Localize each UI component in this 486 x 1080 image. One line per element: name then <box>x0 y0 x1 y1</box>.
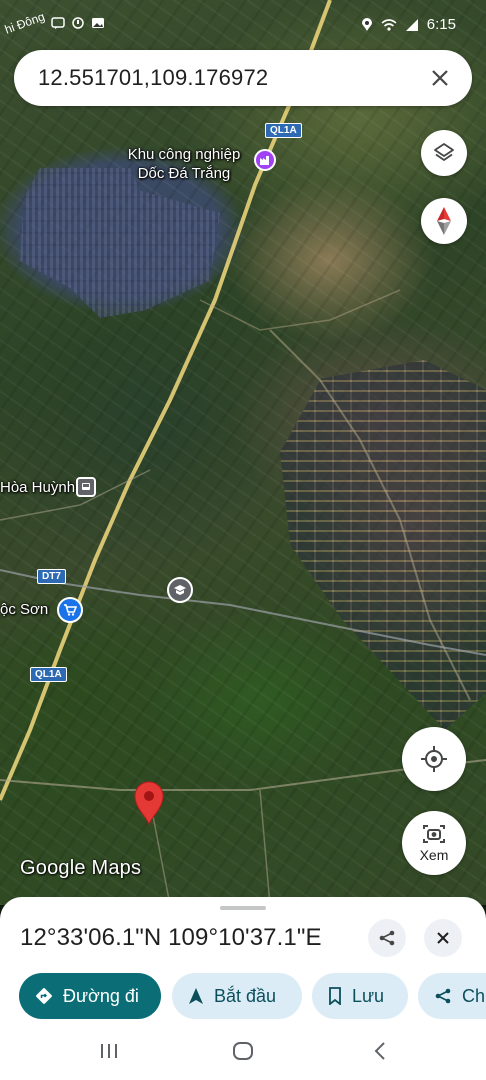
close-icon <box>437 932 449 944</box>
bus-stop-icon[interactable] <box>76 477 96 497</box>
lens-view-label: Xem <box>419 847 449 863</box>
recent-apps-icon <box>101 1044 117 1058</box>
status-fragment-text: hi Đông <box>2 9 47 37</box>
share-label: Ch <box>462 985 486 1006</box>
my-location-button[interactable] <box>402 727 466 791</box>
signal-icon <box>405 18 418 31</box>
share-icon <box>379 930 395 946</box>
lens-icon <box>423 825 445 843</box>
back-icon <box>374 1042 385 1060</box>
layers-icon <box>434 143 454 161</box>
location-status-icon <box>361 17 372 31</box>
share-icon <box>435 988 451 1004</box>
place-label-hoa-huynh[interactable]: Hòa Huỳnh <box>0 478 75 497</box>
search-bar[interactable]: 12.551701,109.176972 <box>14 50 472 106</box>
poi-label-line: Khu công nghiệp <box>127 146 241 163</box>
lens-view-button[interactable]: Xem <box>402 811 466 875</box>
system-navigation-bar <box>0 1022 486 1080</box>
shopping-cart-icon[interactable] <box>57 597 83 623</box>
recent-apps-button[interactable] <box>94 1040 124 1062</box>
directions-icon <box>36 988 52 1004</box>
poi-label-line: Dốc Đá Trắng <box>137 165 231 182</box>
logo-maps-text: Maps <box>91 857 142 879</box>
wifi-icon <box>381 18 397 31</box>
save-label: Lưu <box>352 985 385 1006</box>
navigation-arrow-icon <box>189 988 203 1004</box>
start-label: Bắt đầu <box>214 985 277 1006</box>
status-bar: hi Đông 6:15 <box>0 0 486 44</box>
search-input[interactable]: 12.551701,109.176972 <box>38 65 428 91</box>
status-right: 6:15 <box>361 16 456 33</box>
road-shield-dt7: DT7 <box>37 569 66 584</box>
notification-icon <box>72 17 85 29</box>
bookmark-icon <box>329 987 341 1005</box>
logo-google-text: Google <box>20 857 86 879</box>
poi-label-industrial-zone[interactable]: Khu công nghiệp Dốc Đá Trắng <box>114 145 254 183</box>
minor-road <box>269 329 471 701</box>
home-button[interactable] <box>228 1040 258 1062</box>
back-button[interactable] <box>365 1040 395 1062</box>
close-icon[interactable] <box>428 66 452 90</box>
coordinates-title: 12°33'06.1"N 109°10'37.1"E <box>20 924 322 951</box>
minor-road <box>259 789 271 905</box>
start-navigation-button[interactable]: Bắt đầu <box>172 973 302 1019</box>
factory-icon[interactable] <box>254 149 276 171</box>
status-time: 6:15 <box>426 16 456 33</box>
crosshair-icon <box>421 746 447 772</box>
compass-icon <box>437 207 451 235</box>
message-icon <box>51 17 66 29</box>
road-shield-ql1a: QL1A <box>30 667 67 682</box>
share-button[interactable] <box>368 919 406 957</box>
google-maps-logo: Google Maps <box>20 857 141 880</box>
dropped-pin <box>134 781 164 826</box>
road-shield-ql1a: QL1A <box>265 123 302 138</box>
school-icon[interactable] <box>167 577 193 603</box>
home-icon <box>233 1042 253 1060</box>
sheet-close-button[interactable] <box>424 919 462 957</box>
place-label-loc-son[interactable]: ộc Sơn <box>0 600 48 619</box>
drag-handle[interactable] <box>220 906 266 910</box>
status-left: hi Đông <box>3 9 105 37</box>
gallery-icon <box>92 18 105 28</box>
layers-button[interactable] <box>421 130 467 176</box>
compass-button[interactable] <box>421 198 467 244</box>
directions-button[interactable]: Đường đi <box>19 973 161 1019</box>
action-chips: Đường đi Bắt đầu Lưu Ch <box>19 973 486 1021</box>
minor-road <box>199 289 401 331</box>
save-button[interactable]: Lưu <box>312 973 408 1019</box>
directions-label: Đường đi <box>63 985 139 1006</box>
share-chip-button[interactable]: Ch <box>418 973 486 1019</box>
